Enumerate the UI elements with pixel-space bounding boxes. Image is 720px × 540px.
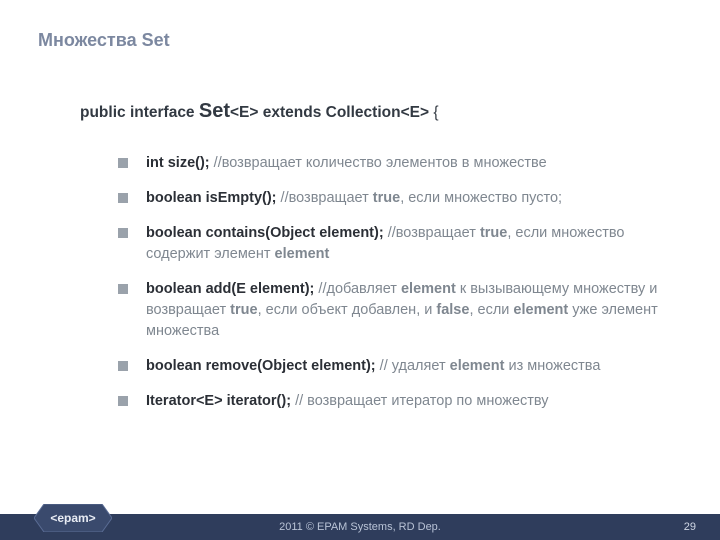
decl-generic1: <E> [230,104,258,121]
method-signature: Iterator<E> iterator(); [146,393,291,409]
decl-mid: extends Collection [258,104,400,121]
method-signature: boolean contains(Object element); [146,225,384,241]
method-comment: //возвращает true, если множество пусто; [277,190,563,206]
epam-logo: <epam> [34,504,112,532]
method-signature: boolean add(E element); [146,281,314,297]
method-signature: int size(); [146,155,210,171]
method-comment: //возвращает количество элементов в множ… [210,155,547,171]
method-signature: boolean remove(Object element); [146,358,376,374]
method-comment: // удаляет element из множества [376,358,601,374]
method-comment: // возвращает итератор по множеству [291,393,549,409]
decl-generic2: <E> [401,104,429,121]
list-item: boolean add(E element); //добавляет elem… [118,279,670,342]
decl-name: Set [199,100,230,122]
slide-body: public interface Set<E> extends Collecti… [80,100,670,426]
decl-prefix: public interface [80,104,199,121]
decl-suffix: { [429,104,438,121]
interface-declaration: public interface Set<E> extends Collecti… [80,100,670,123]
method-list: int size(); //возвращает количество элем… [118,153,670,412]
page-number: 29 [684,521,696,533]
method-signature: boolean isEmpty(); [146,190,277,206]
logo-text: <epam> [50,511,95,525]
footer-bar: <epam> 2011 © EPAM Systems, RD Dep. 29 [0,514,720,540]
list-item: int size(); //возвращает количество элем… [118,153,670,174]
list-item: boolean isEmpty(); //возвращает true, ес… [118,188,670,209]
list-item: boolean remove(Object element); // удаля… [118,356,670,377]
list-item: Iterator<E> iterator(); // возвращает ит… [118,391,670,412]
footer-copyright: 2011 © EPAM Systems, RD Dep. [279,521,441,533]
list-item: boolean contains(Object element); //возв… [118,223,670,265]
slide-title: Множества Set [38,30,170,51]
